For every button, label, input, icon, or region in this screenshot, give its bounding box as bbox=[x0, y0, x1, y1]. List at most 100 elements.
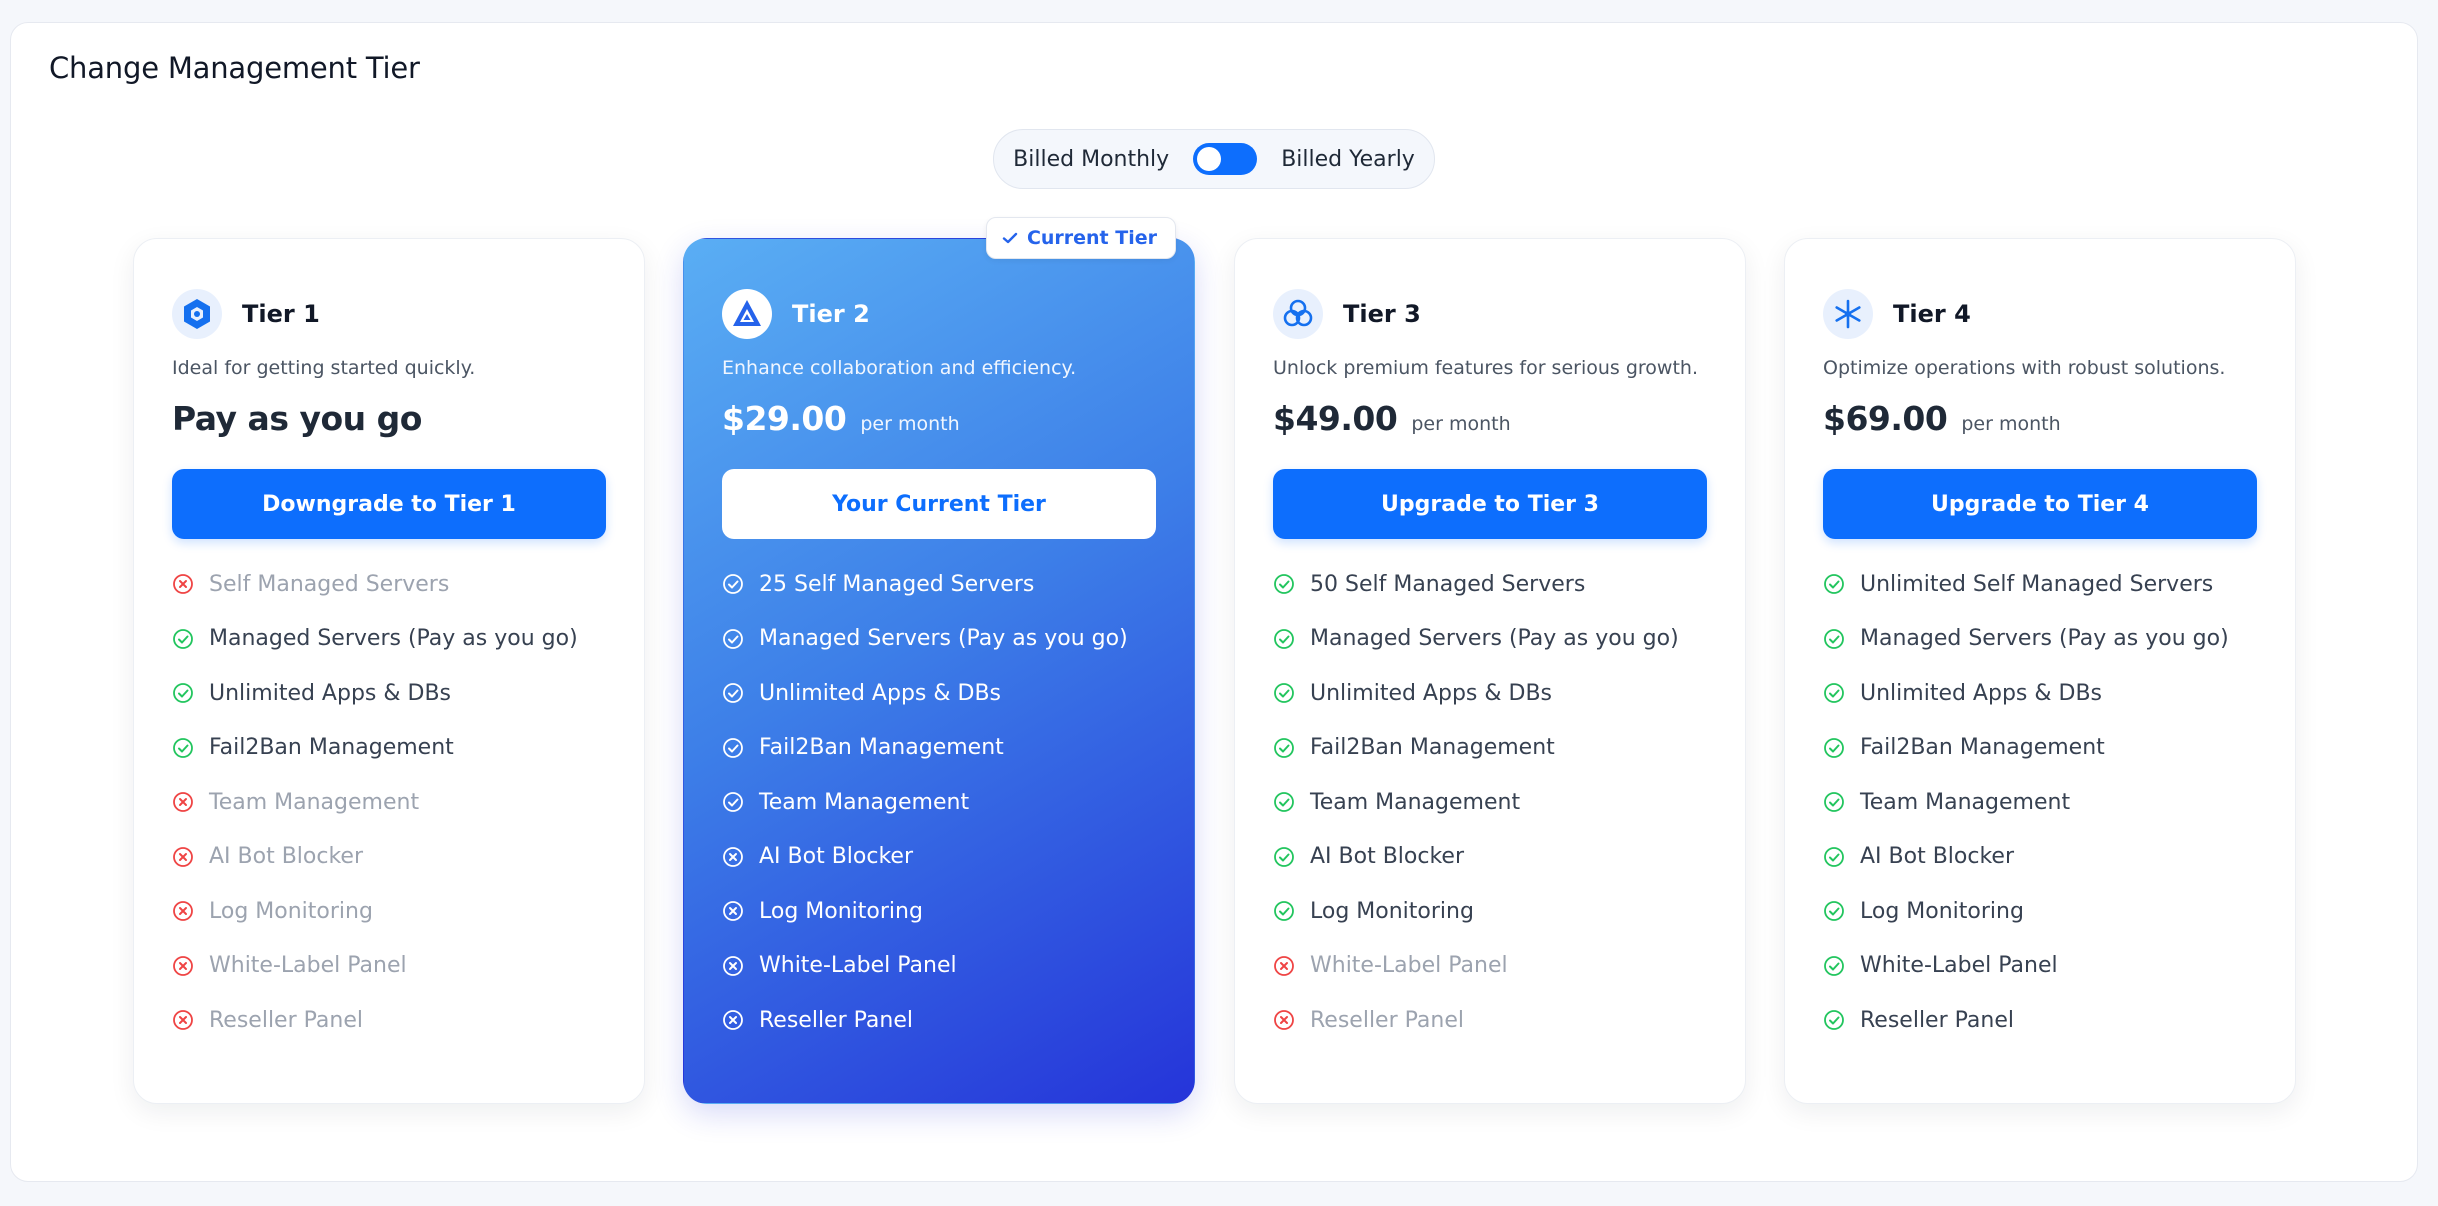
x-circle-icon bbox=[722, 900, 744, 922]
feature-item: Reseller Panel bbox=[172, 993, 578, 1048]
check-circle-icon bbox=[172, 628, 194, 650]
billing-switch-knob bbox=[1197, 147, 1222, 171]
feature-label: Unlimited Apps & DBs bbox=[209, 680, 452, 706]
check-circle-icon bbox=[722, 573, 744, 595]
x-circle-icon bbox=[172, 900, 194, 922]
feature-label: Reseller Panel bbox=[1860, 1007, 2014, 1033]
feature-label: Fail2Ban Management bbox=[1310, 735, 1555, 761]
tier-description: Optimize operations with robust solution… bbox=[1823, 357, 2226, 379]
current-tier-badge-label: Current Tier bbox=[1026, 227, 1157, 249]
x-circle-icon bbox=[172, 1009, 194, 1031]
billing-toggle: Billed Monthly Billed Yearly bbox=[993, 129, 1435, 189]
feature-label: Unlimited Apps & DBs bbox=[759, 680, 1002, 706]
change-tier-button[interactable]: Downgrade to Tier 1 bbox=[172, 469, 606, 539]
feature-label: Log Monitoring bbox=[1310, 898, 1474, 924]
feature-label: Fail2Ban Management bbox=[209, 735, 454, 761]
check-circle-icon bbox=[1823, 900, 1845, 922]
page-title: Change Management Tier bbox=[49, 51, 420, 85]
tier-header: Tier 4 bbox=[1823, 289, 1971, 339]
feature-item: Managed Servers (Pay as you go) bbox=[722, 612, 1128, 667]
tier-price: $29.00 per month bbox=[722, 399, 960, 451]
feature-item: Team Management bbox=[1823, 775, 2229, 830]
feature-label: Reseller Panel bbox=[1310, 1007, 1464, 1033]
check-icon bbox=[1002, 232, 1018, 244]
feature-label: AI Bot Blocker bbox=[209, 844, 363, 870]
feature-label: White-Label Panel bbox=[1860, 953, 2058, 979]
check-circle-icon bbox=[1823, 846, 1845, 868]
x-circle-icon bbox=[1273, 1009, 1295, 1031]
tier-card-2: Current Tier Tier 2 Enhance collaboration … bbox=[683, 217, 1195, 1104]
feature-item: Unlimited Self Managed Servers bbox=[1823, 557, 2229, 612]
feature-item: Managed Servers (Pay as you go) bbox=[1823, 612, 2229, 667]
feature-label: AI Bot Blocker bbox=[1310, 844, 1464, 870]
feature-item: Reseller Panel bbox=[1823, 993, 2229, 1048]
billed-monthly-label[interactable]: Billed Monthly bbox=[1013, 147, 1169, 172]
feature-label: Reseller Panel bbox=[759, 1007, 913, 1033]
feature-item: Fail2Ban Management bbox=[172, 721, 578, 776]
x-circle-icon bbox=[172, 846, 194, 868]
knot-icon bbox=[1273, 289, 1323, 339]
price-period: per month bbox=[860, 413, 960, 435]
feature-item: AI Bot Blocker bbox=[172, 830, 578, 885]
feature-item: 25 Self Managed Servers bbox=[722, 557, 1128, 612]
feature-label: Team Management bbox=[209, 789, 420, 815]
feature-item: Log Monitoring bbox=[1273, 884, 1679, 939]
feature-label: Reseller Panel bbox=[209, 1007, 363, 1033]
check-circle-icon bbox=[722, 791, 744, 813]
price-amount: Pay as you go bbox=[172, 399, 422, 438]
feature-item: Team Management bbox=[1273, 775, 1679, 830]
feature-item: White-Label Panel bbox=[1823, 939, 2229, 994]
feature-list: Unlimited Self Managed Servers Managed Se… bbox=[1823, 557, 2229, 1048]
feature-label: 25 Self Managed Servers bbox=[759, 571, 1035, 597]
feature-item: AI Bot Blocker bbox=[722, 830, 1128, 885]
check-circle-icon bbox=[1273, 846, 1295, 868]
price-amount: $29.00 bbox=[722, 399, 847, 438]
check-circle-icon bbox=[1823, 682, 1845, 704]
check-circle-icon bbox=[722, 682, 744, 704]
change-tier-button[interactable]: Upgrade to Tier 3 bbox=[1273, 469, 1707, 539]
feature-list: 50 Self Managed Servers Managed Servers (… bbox=[1273, 557, 1679, 1048]
billed-yearly-label[interactable]: Billed Yearly bbox=[1281, 147, 1415, 172]
check-circle-icon bbox=[1273, 737, 1295, 759]
feature-item: Unlimited Apps & DBs bbox=[1823, 666, 2229, 721]
feature-item: Reseller Panel bbox=[722, 993, 1128, 1048]
billing-switch[interactable] bbox=[1193, 143, 1258, 175]
tier-header: Tier 3 bbox=[1273, 289, 1421, 339]
feature-label: 50 Self Managed Servers bbox=[1310, 571, 1586, 597]
feature-label: Fail2Ban Management bbox=[1860, 735, 2105, 761]
tier-price: $69.00 per month bbox=[1823, 399, 2061, 451]
tier-name: Tier 2 bbox=[792, 300, 870, 328]
feature-item: Log Monitoring bbox=[172, 884, 578, 939]
price-period: per month bbox=[1961, 413, 2061, 435]
x-circle-icon bbox=[172, 955, 194, 977]
feature-item: Fail2Ban Management bbox=[722, 721, 1128, 776]
current-tier-badge: Current Tier bbox=[985, 217, 1176, 259]
feature-label: Team Management bbox=[1860, 789, 2071, 815]
feature-item: Managed Servers (Pay as you go) bbox=[172, 612, 578, 667]
change-tier-button[interactable]: Upgrade to Tier 4 bbox=[1823, 469, 2257, 539]
feature-label: Log Monitoring bbox=[759, 898, 923, 924]
feature-label: Team Management bbox=[1310, 789, 1521, 815]
feature-label: AI Bot Blocker bbox=[759, 844, 913, 870]
check-circle-icon bbox=[1823, 791, 1845, 813]
check-circle-icon bbox=[1273, 628, 1295, 650]
feature-label: Team Management bbox=[759, 789, 970, 815]
feature-label: White-Label Panel bbox=[1310, 953, 1508, 979]
feature-item: Fail2Ban Management bbox=[1273, 721, 1679, 776]
feature-item: AI Bot Blocker bbox=[1273, 830, 1679, 885]
hexagon-icon bbox=[172, 289, 222, 339]
tier-price: Pay as you go bbox=[172, 399, 422, 451]
price-period: per month bbox=[1411, 413, 1511, 435]
x-circle-icon bbox=[722, 955, 744, 977]
tier-description: Enhance collaboration and efficiency. bbox=[722, 357, 1077, 379]
x-circle-icon bbox=[172, 573, 194, 595]
tier-card-1: Tier 1 Ideal for getting started quickly.… bbox=[133, 238, 645, 1104]
tier-header: Tier 2 bbox=[722, 289, 870, 339]
feature-item: White-Label Panel bbox=[1273, 939, 1679, 994]
feature-item: Managed Servers (Pay as you go) bbox=[1273, 612, 1679, 667]
feature-item: Unlimited Apps & DBs bbox=[1273, 666, 1679, 721]
check-circle-icon bbox=[1273, 791, 1295, 813]
tier-price: $49.00 per month bbox=[1273, 399, 1511, 451]
current-tier-button[interactable]: Your Current Tier bbox=[722, 469, 1156, 539]
check-circle-icon bbox=[172, 737, 194, 759]
